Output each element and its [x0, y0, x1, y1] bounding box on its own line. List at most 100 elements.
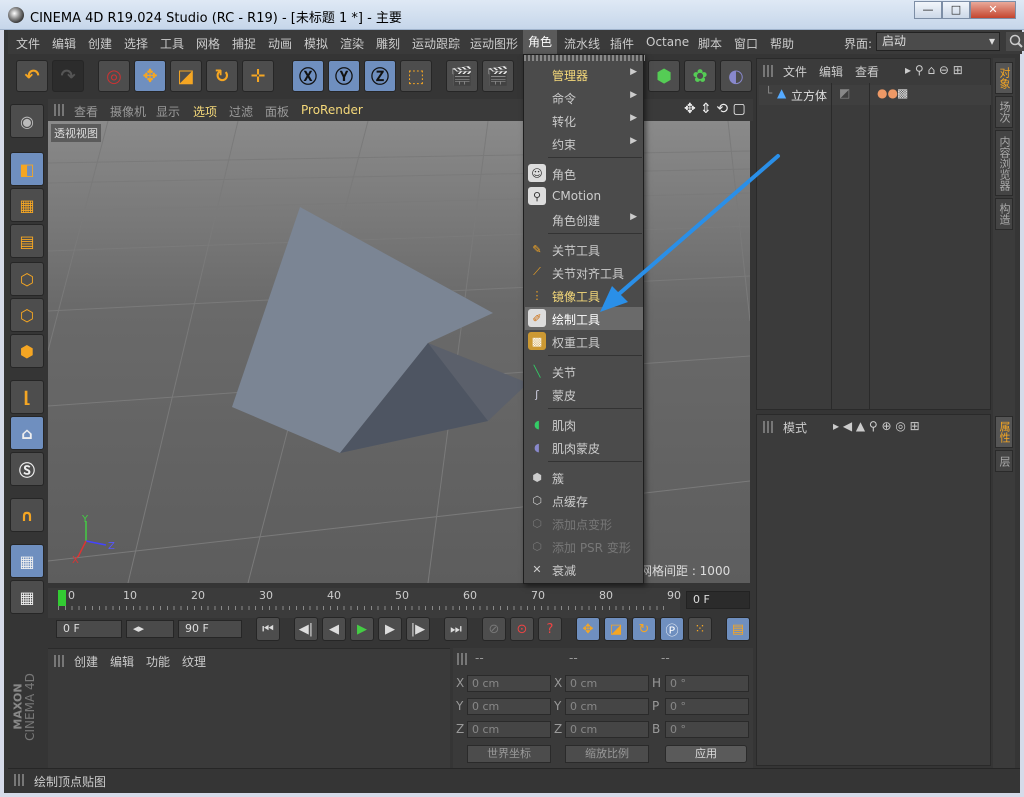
search-icon[interactable]: [1006, 32, 1024, 51]
menu-render[interactable]: 渲染: [340, 35, 364, 52]
key-pla-icon[interactable]: ⁙: [688, 617, 712, 641]
menu-sculpt[interactable]: 雕刻: [376, 35, 400, 52]
y-axis-lock-icon[interactable]: Ⓨ: [328, 60, 360, 92]
rot-b-field[interactable]: 0 °: [665, 721, 749, 738]
menu-item-add-pose-morph[interactable]: ⬡ 添加点变形: [525, 512, 643, 535]
menu-mograph[interactable]: 运动图形: [470, 35, 518, 52]
rot-h-field[interactable]: 0 °: [665, 675, 749, 692]
pos-x-field[interactable]: 0 cm: [467, 675, 551, 692]
viewport-menu-options[interactable]: 选项: [193, 103, 217, 120]
layout-dropdown[interactable]: 启动: [876, 32, 1000, 51]
keyframe-selection-icon[interactable]: ?: [538, 617, 562, 641]
world-coords-dropdown[interactable]: 世界坐标: [467, 745, 551, 763]
auto-key-icon[interactable]: ⊙: [510, 617, 534, 641]
menu-item-falloff[interactable]: ✕ 衰减: [525, 558, 643, 581]
tab-structure[interactable]: 构造: [995, 198, 1013, 230]
play-icon[interactable]: ▶: [350, 617, 374, 641]
attribute-tools-icons[interactable]: ▸ ◀ ▲ ⚲ ⊕ ◎ ⊞: [833, 419, 920, 433]
menu-item-point-cache[interactable]: ⬡ 点缓存: [525, 489, 643, 512]
menu-item-weight-tool[interactable]: ▩ 权重工具: [525, 330, 643, 353]
material-menu-create[interactable]: 创建: [74, 653, 98, 670]
menu-snap[interactable]: 捕捉: [232, 35, 256, 52]
viewport-camera-label[interactable]: 透视视图: [51, 124, 101, 142]
move-tool-icon[interactable]: ✥: [134, 60, 166, 92]
tab-objects[interactable]: 对象: [995, 62, 1013, 94]
previous-key-icon[interactable]: ◀|: [294, 617, 318, 641]
cube-primitive-icon[interactable]: ⬢: [648, 60, 680, 92]
menu-help[interactable]: 帮助: [770, 35, 794, 52]
menu-select[interactable]: 选择: [124, 35, 148, 52]
viewport-menu-cameras[interactable]: 摄像机: [110, 103, 146, 120]
key-rotation-icon[interactable]: ↻: [632, 617, 656, 641]
object-menu-edit[interactable]: 编辑: [819, 63, 843, 80]
menu-window[interactable]: 窗口: [734, 35, 758, 52]
redo-icon[interactable]: ↷: [52, 60, 84, 92]
live-selection-icon[interactable]: ◎: [98, 60, 130, 92]
tab-attributes[interactable]: 属性: [995, 416, 1013, 448]
material-menu-function[interactable]: 功能: [146, 653, 170, 670]
preview-range-slider[interactable]: ◂▸: [126, 620, 174, 638]
scale-dropdown[interactable]: 缩放比例: [565, 745, 649, 763]
make-editable-icon[interactable]: ◉: [10, 104, 44, 138]
menu-item-manager[interactable]: 管理器 ▶: [525, 63, 643, 86]
menu-item-muscle[interactable]: ◖ 肌肉: [525, 413, 643, 436]
end-frame-field[interactable]: 90 F: [178, 620, 242, 638]
polygons-mode-icon[interactable]: ⬢: [10, 334, 44, 368]
menu-tools[interactable]: 工具: [160, 35, 184, 52]
size-y-field[interactable]: 0 cm: [565, 698, 649, 715]
menu-item-convert[interactable]: 转化 ▶: [525, 109, 643, 132]
visibility-toggle-icon[interactable]: ◩: [839, 86, 850, 100]
object-manager-tools-icons[interactable]: ▸ ⚲ ⌂ ⊖ ⊞: [905, 63, 963, 77]
key-scale-icon[interactable]: ◪: [604, 617, 628, 641]
next-key-icon[interactable]: |▶: [406, 617, 430, 641]
record-keys-icon[interactable]: ⊘: [482, 617, 506, 641]
menu-file[interactable]: 文件: [16, 35, 40, 52]
undo-icon[interactable]: ↶: [16, 60, 48, 92]
minimize-button[interactable]: —: [914, 1, 942, 19]
tab-layers[interactable]: 层: [995, 450, 1013, 472]
texture-mode-icon[interactable]: ▦: [10, 188, 44, 222]
deformer-icon[interactable]: ◐: [720, 60, 752, 92]
menu-plugins[interactable]: 插件: [610, 35, 634, 52]
menu-create[interactable]: 创建: [88, 35, 112, 52]
tab-takes[interactable]: 场次: [995, 96, 1013, 128]
close-button[interactable]: ✕: [970, 1, 1016, 19]
menu-mesh[interactable]: 网格: [196, 35, 220, 52]
go-to-start-icon[interactable]: ⏮: [256, 617, 280, 641]
size-x-field[interactable]: 0 cm: [565, 675, 649, 692]
rotate-tool-icon[interactable]: ↻: [206, 60, 238, 92]
timeline-window-icon[interactable]: ▤: [726, 617, 750, 641]
render-picture-viewer-icon[interactable]: 🎬: [482, 60, 514, 92]
viewport-menu-view[interactable]: 查看: [74, 103, 98, 120]
scale-tool-icon[interactable]: ◪: [170, 60, 202, 92]
viewport-menu-display[interactable]: 显示: [156, 103, 180, 120]
previous-frame-icon[interactable]: ◀: [322, 617, 346, 641]
menu-character[interactable]: 角色: [523, 30, 558, 54]
next-frame-icon[interactable]: ▶: [378, 617, 402, 641]
pos-z-field[interactable]: 0 cm: [467, 721, 551, 738]
viewport-menu-prorender[interactable]: ProRender: [301, 103, 363, 117]
tag-texture-icon[interactable]: ▩: [897, 86, 908, 100]
object-name[interactable]: 立方体: [791, 87, 827, 104]
menu-edit[interactable]: 编辑: [52, 35, 76, 52]
tab-content-browser[interactable]: 内容浏览器: [995, 130, 1013, 196]
viewport-nav-icons[interactable]: ✥ ⇕ ⟲ ▢: [684, 101, 746, 117]
key-parameter-icon[interactable]: Ⓟ: [660, 617, 684, 641]
playhead-marker[interactable]: [58, 590, 66, 606]
attribute-menu-mode[interactable]: 模式: [783, 419, 807, 436]
render-view-icon[interactable]: 🎬: [446, 60, 478, 92]
current-frame-field[interactable]: 0 F: [686, 591, 750, 609]
x-axis-lock-icon[interactable]: Ⓧ: [292, 60, 324, 92]
points-mode-icon[interactable]: ⬡: [10, 262, 44, 296]
snapping-icon[interactable]: ∩: [10, 498, 44, 532]
menu-item-add-psr-morph[interactable]: ⬡ 添加 PSR 变形: [525, 535, 643, 558]
menu-animate[interactable]: 动画: [268, 35, 292, 52]
menu-script[interactable]: 脚本: [698, 35, 722, 52]
timeline-ruler[interactable]: 0 10 20 30 40 50 60 70 80 90: [48, 588, 681, 618]
menu-octane[interactable]: Octane: [646, 35, 689, 49]
tag-material-icon[interactable]: ●●: [877, 86, 898, 100]
solo-icon[interactable]: Ⓢ: [10, 452, 44, 486]
object-row-cube[interactable]: └ ▲ 立方体 ◩ ●● ▩: [759, 85, 991, 105]
pos-y-field[interactable]: 0 cm: [467, 698, 551, 715]
key-position-icon[interactable]: ✥: [576, 617, 600, 641]
